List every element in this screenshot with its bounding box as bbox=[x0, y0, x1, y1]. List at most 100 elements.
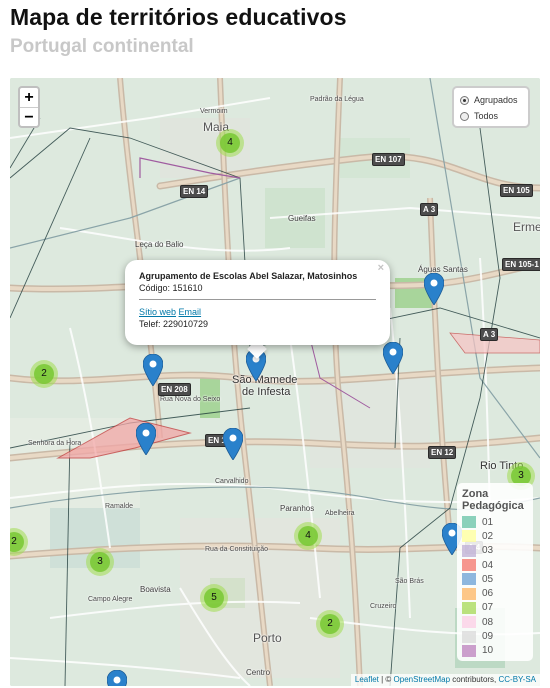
layer-control: Agrupados Todos bbox=[452, 86, 530, 128]
map-label-ermesinde: Erme bbox=[513, 220, 540, 234]
legend-item: 03 bbox=[462, 544, 528, 558]
legend-label: 04 bbox=[482, 559, 494, 571]
legend-item: 05 bbox=[462, 572, 528, 586]
map-label-rua-constituicao: Rua da Constituição bbox=[205, 546, 269, 553]
map-label-centro: Centro bbox=[246, 668, 271, 677]
cluster-count: 5 bbox=[204, 588, 224, 608]
map-label-leca: Leça do Balio bbox=[135, 240, 184, 249]
attribution-sep: | © bbox=[378, 675, 394, 684]
legend-item: 10 bbox=[462, 644, 528, 658]
map-pin-icon[interactable] bbox=[383, 342, 403, 374]
cluster-count: 4 bbox=[220, 133, 240, 153]
road-shield: EN 105-1 bbox=[502, 258, 540, 271]
popup-website-link[interactable]: Sítio web bbox=[139, 307, 176, 317]
road-shield: EN 12 bbox=[428, 446, 457, 459]
layer-option-agrupados[interactable]: Agrupados bbox=[460, 92, 528, 108]
close-icon[interactable]: × bbox=[378, 262, 384, 274]
map-label-campo-alegre: Campo Alegre bbox=[88, 596, 133, 603]
cluster-count: 2 bbox=[320, 614, 340, 634]
road-shield: EN 107 bbox=[372, 153, 405, 166]
legend-swatch bbox=[462, 616, 476, 629]
legend-label: 08 bbox=[482, 616, 494, 628]
legend-label: 05 bbox=[482, 573, 494, 585]
map-label-vermoim: Vermoim bbox=[200, 108, 228, 115]
map-label-sao-bras: São Brás bbox=[395, 578, 424, 585]
road-shield: A 3 bbox=[480, 328, 499, 341]
legend-label: 03 bbox=[482, 545, 494, 557]
map-pin-icon[interactable] bbox=[424, 273, 444, 305]
cluster-count: 4 bbox=[298, 526, 318, 546]
map-label-carvalhido: Carvalhido bbox=[215, 478, 249, 485]
map-pin-icon[interactable] bbox=[107, 670, 127, 686]
road-shield: EN 105 bbox=[500, 184, 533, 197]
radio-unchecked-icon[interactable] bbox=[460, 111, 469, 121]
map-label-senhora: Senhora da Hora bbox=[28, 440, 82, 447]
cluster-count: 2 bbox=[10, 532, 24, 552]
page-title: Mapa de territórios educativos bbox=[10, 4, 347, 30]
map-label-paranhos: Paranhos bbox=[280, 504, 315, 513]
marker-cluster[interactable]: 4 bbox=[294, 522, 322, 550]
cluster-count: 3 bbox=[90, 552, 110, 572]
marker-cluster[interactable]: 2 bbox=[30, 360, 58, 388]
legend-swatch bbox=[462, 573, 476, 586]
marker-cluster[interactable]: 3 bbox=[86, 548, 114, 576]
legend-item: 01 bbox=[462, 515, 528, 529]
map-container[interactable]: Maia Gueifas Leça do Balio São Mamede de… bbox=[10, 78, 540, 686]
legend-label: 06 bbox=[482, 588, 494, 600]
map-label-abelheira: Abelheira bbox=[325, 510, 355, 517]
layer-option-todos[interactable]: Todos bbox=[460, 108, 528, 124]
popup-school-code: Código: 151610 bbox=[139, 283, 203, 293]
legend-swatch bbox=[462, 544, 476, 557]
legend-item: 08 bbox=[462, 615, 528, 629]
map-pin-icon[interactable] bbox=[223, 428, 243, 460]
legend-label: 09 bbox=[482, 631, 494, 643]
leaflet-link[interactable]: Leaflet bbox=[355, 675, 379, 684]
popup-divider bbox=[139, 299, 376, 300]
zoom-out-button[interactable]: − bbox=[20, 107, 38, 126]
popup-email-link[interactable]: Email bbox=[179, 307, 202, 317]
legend-label: 07 bbox=[482, 602, 494, 614]
map-label-de-infesta: de Infesta bbox=[242, 386, 291, 398]
legend-swatch bbox=[462, 516, 476, 529]
legend-swatch bbox=[462, 644, 476, 657]
map-label-boavista: Boavista bbox=[140, 585, 171, 594]
popup-school-name: Agrupamento de Escolas Abel Salazar, Mat… bbox=[139, 271, 358, 281]
legend-title: Zona Pedagógica bbox=[462, 488, 524, 512]
map-label-gueifas: Gueifas bbox=[288, 214, 316, 223]
legend-item: 09 bbox=[462, 629, 528, 643]
legend-label: 10 bbox=[482, 645, 494, 657]
road-shield: A 3 bbox=[420, 203, 439, 216]
layer-option-label: Todos bbox=[474, 111, 499, 121]
layer-option-label: Agrupados bbox=[474, 95, 518, 105]
map-attribution: Leaflet | © OpenStreetMap contributors, … bbox=[350, 674, 540, 686]
marker-cluster[interactable]: 5 bbox=[200, 584, 228, 612]
legend-item: 06 bbox=[462, 586, 528, 600]
map-pin-icon[interactable] bbox=[143, 354, 163, 386]
map-label-cruzeiro: Cruzeiro bbox=[370, 603, 397, 610]
legend-swatch bbox=[462, 601, 476, 614]
zoom-control: + − bbox=[18, 86, 40, 128]
marker-cluster[interactable]: 2 bbox=[316, 610, 344, 638]
legend-item: 07 bbox=[462, 601, 528, 615]
license-link[interactable]: CC-BY-SA bbox=[499, 675, 537, 684]
page-subtitle: Portugal continental bbox=[10, 36, 194, 57]
radio-checked-icon[interactable] bbox=[460, 95, 469, 105]
attribution-contributors: contributors, bbox=[450, 675, 499, 684]
map-label-ramalde: Ramalde bbox=[105, 503, 134, 510]
map-label-rua-nova: Rua Nova do Seixo bbox=[160, 396, 221, 403]
marker-cluster[interactable]: 4 bbox=[216, 129, 244, 157]
cluster-count: 2 bbox=[34, 364, 54, 384]
zoom-in-button[interactable]: + bbox=[20, 88, 38, 107]
popup-phone: Telef: 229010729 bbox=[139, 319, 209, 329]
osm-link[interactable]: OpenStreetMap bbox=[394, 675, 450, 684]
legend-label: 01 bbox=[482, 516, 494, 528]
map-legend: Zona Pedagógica 01 02 03 04 05 06 07 08 09 10 bbox=[457, 483, 533, 661]
legend-swatch bbox=[462, 559, 476, 572]
school-popup: × Agrupamento de Escolas Abel Salazar, M… bbox=[125, 260, 390, 345]
map-pin-icon[interactable] bbox=[136, 423, 156, 455]
legend-swatch bbox=[462, 530, 476, 543]
map-label-padrao: Padrão da Légua bbox=[310, 96, 364, 103]
legend-swatch bbox=[462, 587, 476, 600]
legend-swatch bbox=[462, 630, 476, 643]
legend-item: 04 bbox=[462, 558, 528, 572]
